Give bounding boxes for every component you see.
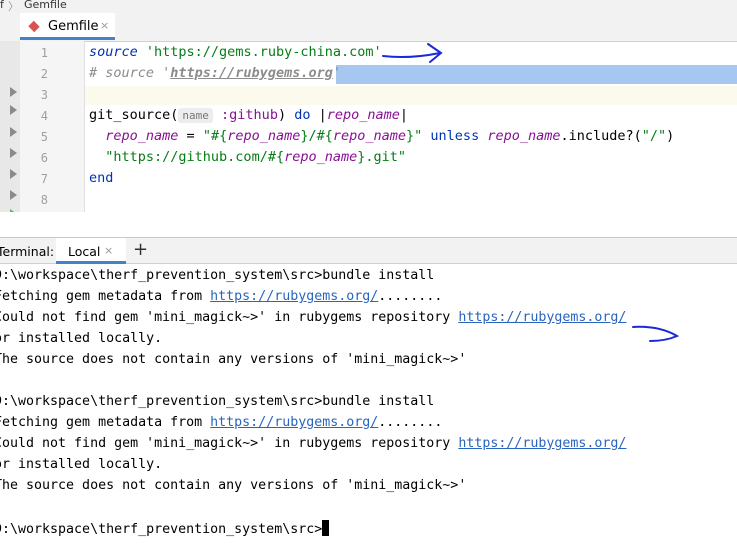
annotation-arrow-icon xyxy=(632,325,680,342)
annotation-arrow-icon xyxy=(382,43,443,63)
annotation-overlay xyxy=(382,43,680,342)
